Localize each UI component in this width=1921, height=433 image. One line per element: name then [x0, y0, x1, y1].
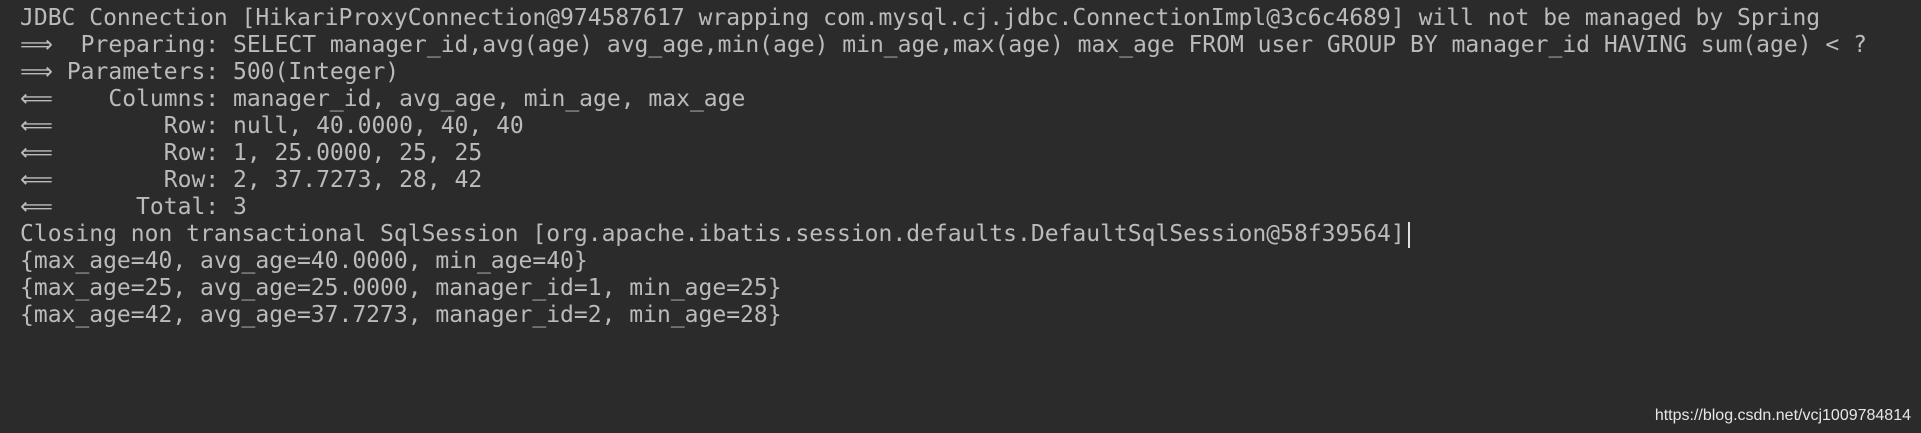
text-cursor: [1407, 221, 1410, 248]
console-output[interactable]: JDBC Connection [HikariProxyConnection@9…: [0, 0, 1921, 433]
watermark-url: https://blog.csdn.net/vcj1009784814: [1654, 407, 1911, 424]
log-line-result-map: {max_age=42, avg_age=37.7273, manager_id…: [20, 302, 782, 328]
closing-session-text: Closing non transactional SqlSession [or…: [20, 221, 1405, 247]
